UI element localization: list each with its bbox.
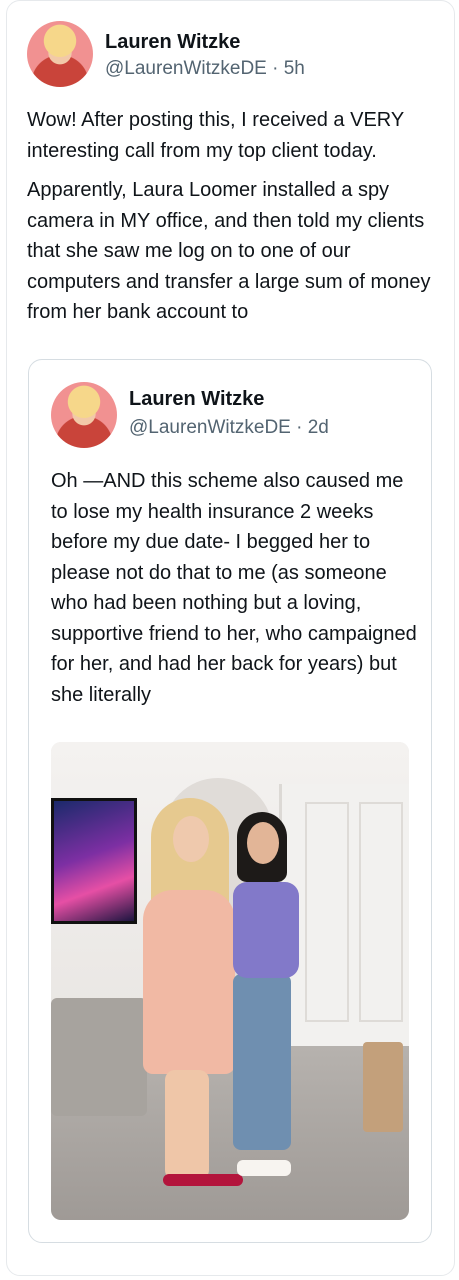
author-avatar[interactable] <box>27 21 93 87</box>
author-handle-time[interactable]: @LaurenWitzkeDE · 5h <box>105 58 305 80</box>
photo-person-2-jeans <box>233 974 291 1150</box>
photo-person-2-top <box>233 882 299 978</box>
quoted-author-name[interactable]: Lauren Witzke <box>129 388 264 411</box>
photo-person-2-shoes <box>237 1160 291 1176</box>
quoted-tweet[interactable]: Lauren Witzke @LaurenWitzkeDE · 2d Oh —A… <box>28 359 432 1243</box>
author-name[interactable]: Lauren Witzke <box>105 31 240 54</box>
photo-sofa <box>51 998 147 1116</box>
photo-person-1-face <box>173 816 209 862</box>
quoted-author-handle-time[interactable]: @LaurenWitzkeDE · 2d <box>129 417 329 439</box>
photo-person-1-shoes <box>163 1174 243 1186</box>
quoted-tweet-text: Oh —AND this scheme also caused me to lo… <box>51 470 417 706</box>
tweet-paragraph-1: Wow! After posting this, I received a VE… <box>27 109 404 162</box>
quoted-author-avatar[interactable] <box>51 382 117 448</box>
photo-person-2-face <box>247 822 279 864</box>
photo-door-panel <box>359 802 403 1022</box>
photo-cat-tree <box>363 1042 403 1132</box>
tweet-header: Lauren Witzke @LaurenWitzkeDE · 5h <box>27 21 427 91</box>
photo-person-1-dress <box>143 890 235 1074</box>
photo-person-1-legs <box>165 1070 209 1180</box>
tweet-card[interactable]: Lauren Witzke @LaurenWitzkeDE · 5h Wow! … <box>6 0 455 1276</box>
photo-tv <box>51 798 137 924</box>
attached-photo[interactable] <box>51 742 409 1220</box>
tweet-paragraph-2: Apparently, Laura Loomer installed a spy… <box>27 179 431 323</box>
tweet-body: Wow! After posting this, I received a VE… <box>27 105 439 337</box>
photo-door-panel <box>305 802 349 1022</box>
